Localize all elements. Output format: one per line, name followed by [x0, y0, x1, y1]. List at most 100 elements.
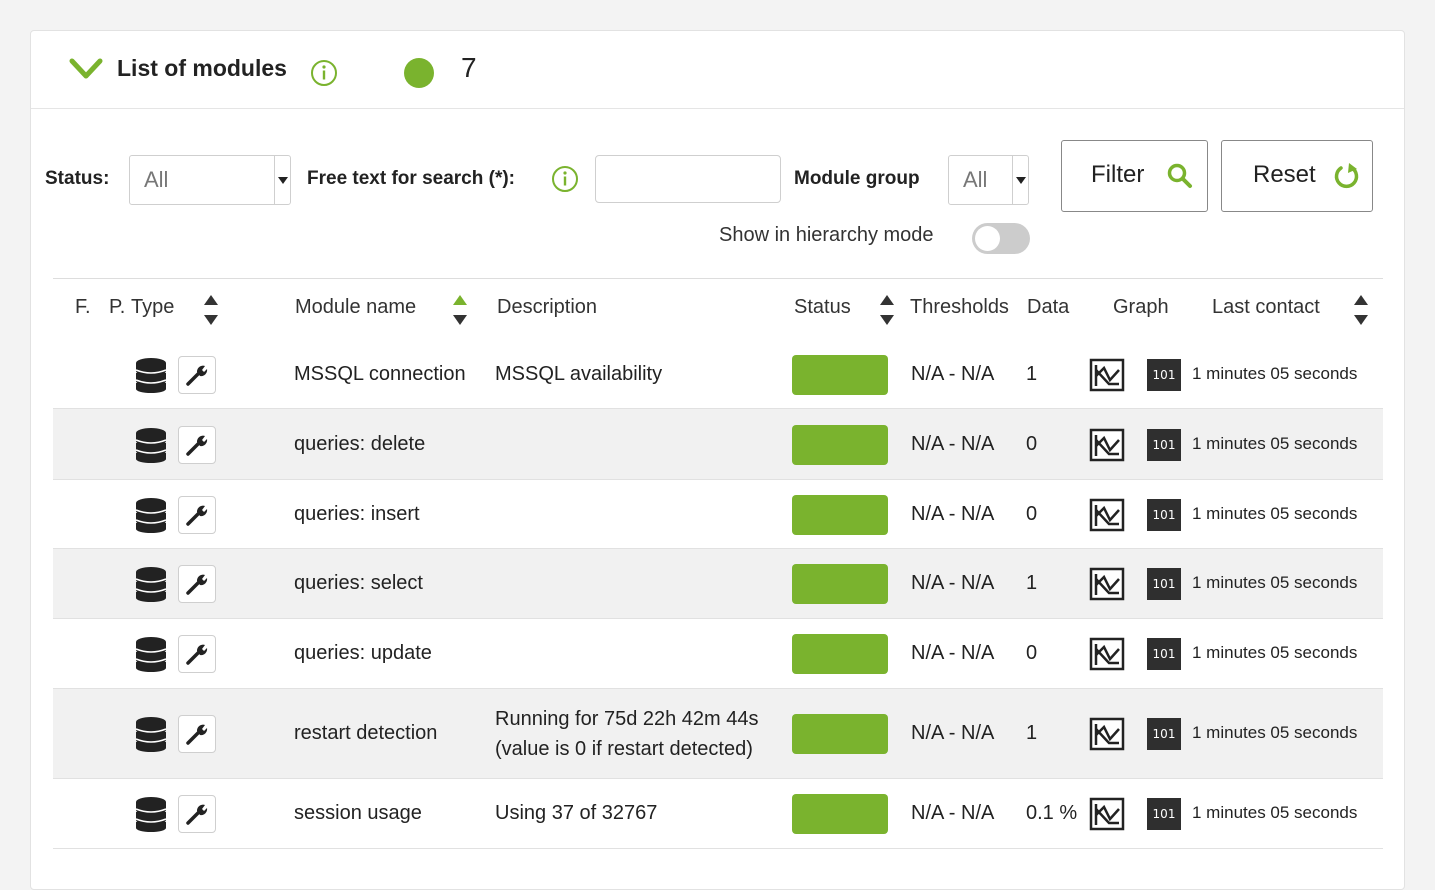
last-contact-value: 1 minutes 05 seconds	[1192, 363, 1358, 383]
status-select-value: All	[144, 167, 169, 192]
column-header-graph: Graph	[1113, 296, 1169, 318]
graph-icon[interactable]	[1089, 717, 1125, 751]
status-indicator	[792, 354, 888, 395]
raw-data-icon[interactable]: 101	[1147, 638, 1181, 670]
table-row: session usage Using 37 of 32767 N/A - N/…	[53, 779, 1383, 849]
data-value: 0	[1026, 502, 1038, 525]
module-count: 7	[461, 52, 477, 83]
status-filter-label: Status:	[45, 168, 110, 189]
data-value: 1	[1026, 362, 1038, 385]
search-label: Free text for search (*):	[307, 168, 516, 189]
raw-data-icon[interactable]: 101	[1147, 798, 1181, 830]
thresholds-value: N/A - N/A	[911, 722, 995, 744]
thresholds-value: N/A - N/A	[911, 802, 995, 824]
database-icon	[135, 797, 167, 832]
wrench-icon	[186, 505, 208, 526]
module-name[interactable]: queries: update	[294, 642, 432, 665]
raw-data-icon[interactable]: 101	[1147, 358, 1181, 391]
chevron-down-icon[interactable]	[69, 57, 103, 81]
module-name[interactable]: queries: insert	[294, 503, 420, 526]
table-row: MSSQL connection MSSQL availability N/A …	[53, 340, 1383, 409]
graph-icon[interactable]	[1089, 498, 1125, 532]
module-name[interactable]: queries: delete	[294, 433, 425, 456]
module-type-button[interactable]	[178, 565, 216, 603]
thresholds-value: N/A - N/A	[911, 432, 995, 455]
module-name[interactable]: restart detection	[294, 722, 437, 745]
column-header-module-name: Module name	[295, 296, 417, 318]
graph-icon[interactable]	[1089, 428, 1125, 462]
column-header-thresholds: Thresholds	[910, 296, 1009, 318]
sort-icon[interactable]	[1353, 293, 1369, 327]
column-header-f: F.	[75, 296, 91, 318]
status-indicator	[792, 424, 888, 465]
raw-data-icon[interactable]: 101	[1147, 718, 1181, 750]
wrench-icon	[186, 435, 208, 456]
database-icon	[135, 637, 167, 672]
thresholds-value: N/A - N/A	[911, 362, 995, 385]
wrench-icon	[186, 804, 208, 825]
last-contact-value: 1 minutes 05 seconds	[1192, 803, 1358, 822]
graph-icon[interactable]	[1089, 358, 1125, 392]
last-contact-value: 1 minutes 05 seconds	[1192, 573, 1358, 592]
database-icon	[135, 717, 167, 752]
database-icon	[135, 497, 167, 533]
reset-button[interactable]: Reset	[1221, 140, 1373, 212]
module-type-button[interactable]	[178, 635, 216, 673]
description-line: Running for 75d 22h 42m 44s	[495, 708, 759, 730]
module-type-button[interactable]	[178, 495, 216, 534]
module-name[interactable]: session usage	[294, 802, 422, 825]
filter-button[interactable]: Filter	[1061, 140, 1208, 212]
status-indicator	[792, 494, 888, 535]
raw-data-icon[interactable]: 101	[1147, 428, 1181, 461]
raw-data-icon[interactable]: 101	[1147, 568, 1181, 600]
panel-title: List of modules	[117, 55, 287, 81]
status-indicator	[792, 564, 888, 604]
table-divider	[53, 278, 1383, 279]
wrench-icon	[186, 365, 208, 386]
reset-button-label: Reset	[1253, 161, 1316, 188]
module-description: Using 37 of 32767	[495, 802, 658, 824]
graph-icon[interactable]	[1089, 797, 1125, 831]
sort-icon[interactable]	[452, 293, 468, 327]
table-row: restart detection Running for 75d 22h 42…	[53, 689, 1383, 779]
last-contact-value: 1 minutes 05 seconds	[1192, 433, 1358, 453]
status-select[interactable]: All	[129, 155, 291, 205]
module-name[interactable]: MSSQL connection	[294, 363, 466, 386]
module-name[interactable]: queries: select	[294, 572, 423, 595]
raw-data-icon[interactable]: 101	[1147, 498, 1181, 531]
module-group-select[interactable]: All	[948, 155, 1029, 205]
column-header-description: Description	[497, 296, 598, 318]
table-row: queries: select N/A - N/A 1 101 1 minute…	[53, 549, 1383, 619]
info-icon	[311, 60, 337, 86]
chevron-down-icon	[1012, 156, 1028, 204]
modules-panel: List of modules 7 Status: All Free text …	[30, 30, 1405, 890]
module-group-label: Module group	[794, 168, 920, 189]
database-icon	[135, 567, 167, 602]
sort-icon[interactable]	[879, 293, 895, 327]
graph-icon[interactable]	[1089, 637, 1125, 671]
last-contact-value: 1 minutes 05 seconds	[1192, 643, 1358, 662]
sort-icon[interactable]	[203, 293, 219, 327]
thresholds-value: N/A - N/A	[911, 502, 995, 525]
data-value: 0.1 %	[1026, 802, 1078, 824]
last-contact-value: 1 minutes 05 seconds	[1192, 503, 1358, 523]
module-type-button[interactable]	[178, 425, 216, 464]
module-type-button[interactable]	[178, 355, 216, 394]
module-type-button[interactable]	[178, 795, 216, 833]
info-icon	[552, 166, 578, 192]
wrench-icon	[186, 574, 208, 595]
graph-icon[interactable]	[1089, 567, 1125, 601]
module-type-button[interactable]	[178, 715, 216, 753]
data-value: 0	[1026, 642, 1038, 664]
status-indicator	[792, 634, 888, 674]
thresholds-value: N/A - N/A	[911, 642, 995, 664]
database-icon	[135, 427, 167, 463]
search-icon	[1167, 163, 1192, 188]
table-row: queries: insert N/A - N/A 0 101 1 minute…	[53, 480, 1383, 549]
filter-button-label: Filter	[1091, 161, 1145, 188]
last-contact-value: 1 minutes 05 seconds	[1192, 723, 1358, 742]
search-input[interactable]	[595, 155, 781, 203]
table-row: queries: update N/A - N/A 0 101 1 minute…	[53, 619, 1383, 689]
hierarchy-mode-toggle[interactable]	[972, 223, 1030, 254]
data-value: 1	[1026, 722, 1038, 744]
